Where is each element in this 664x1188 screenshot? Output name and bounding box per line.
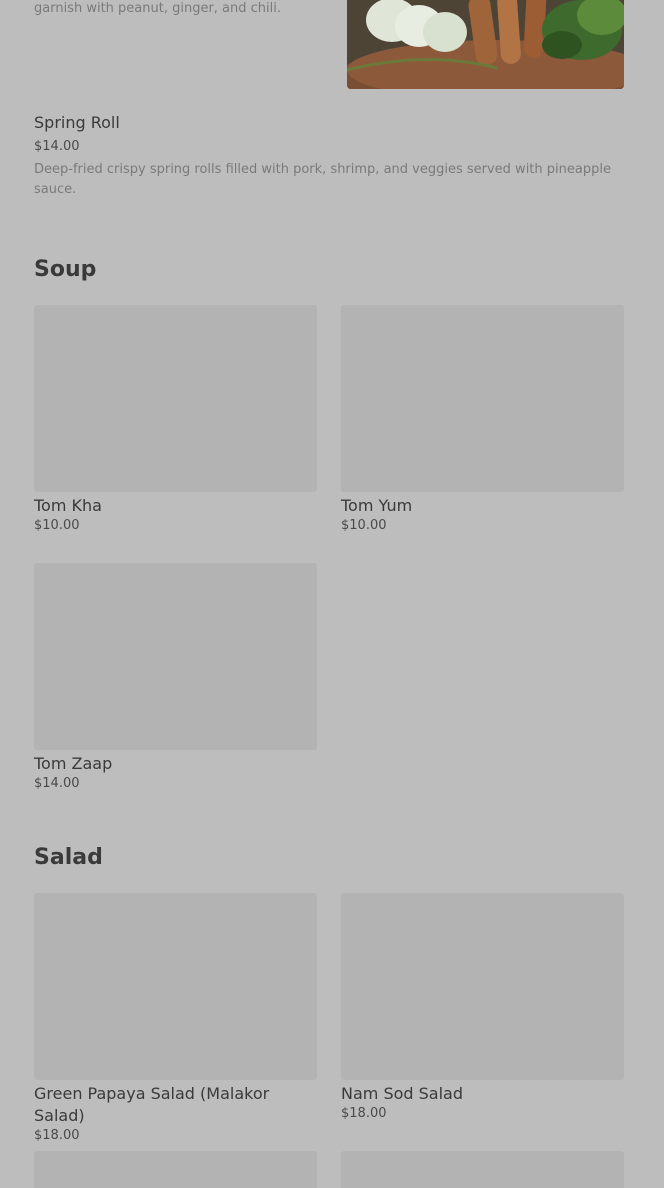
menu-item-name: Tom Yum [341, 496, 413, 515]
menu-item-price: $10.00 [34, 518, 80, 533]
menu-item-price: $18.00 [34, 1128, 80, 1143]
menu-item-image-placeholder [34, 893, 317, 1080]
menu-item-name: Nam Sod Salad [341, 1084, 463, 1103]
food-photo-image [347, 0, 624, 89]
menu-card-partial[interactable] [341, 1151, 624, 1188]
menu-item-description: garnish with peanut, ginger, and chili. [34, 1, 282, 16]
menu-card-green-papaya-salad[interactable]: Green Papaya Salad (Malakor Salad) $18.0… [34, 893, 317, 1145]
menu-item-name: Tom Zaap [34, 754, 113, 773]
menu-item-price: $14.00 [34, 139, 80, 154]
menu-item-image-placeholder [341, 893, 624, 1080]
menu-item-image-placeholder [341, 305, 624, 492]
menu-item-name: Spring Roll [34, 113, 120, 132]
menu-card-tom-kha[interactable]: Tom Kha $10.00 [34, 305, 317, 535]
menu-item-price: $10.00 [341, 518, 387, 533]
menu-item-image-placeholder [341, 1151, 624, 1188]
menu-item-image-placeholder [34, 1151, 317, 1188]
menu-item-name: Green Papaya Salad (Malakor Salad) [34, 1084, 270, 1125]
menu-card-partial[interactable] [34, 1151, 317, 1188]
section-title-soup: Soup [34, 257, 97, 282]
menu-item-image-placeholder [34, 305, 317, 492]
menu-item-name: Tom Kha [34, 496, 102, 515]
menu-item-photo[interactable] [347, 0, 624, 89]
menu-item-price: $18.00 [341, 1106, 387, 1121]
menu-item-image-placeholder [34, 563, 317, 750]
menu-item-spring-roll[interactable]: Spring Roll $14.00 Deep-fried crispy spr… [34, 112, 624, 200]
menu-card-nam-sod-salad[interactable]: Nam Sod Salad $18.00 [341, 893, 624, 1123]
menu-item-description: Deep-fried crispy spring rolls filled wi… [34, 162, 611, 197]
menu-card-tom-yum[interactable]: Tom Yum $10.00 [341, 305, 624, 535]
menu-item-price: $14.00 [34, 776, 80, 791]
menu-card-tom-zaap[interactable]: Tom Zaap $14.00 [34, 563, 317, 793]
section-title-salad: Salad [34, 845, 103, 870]
